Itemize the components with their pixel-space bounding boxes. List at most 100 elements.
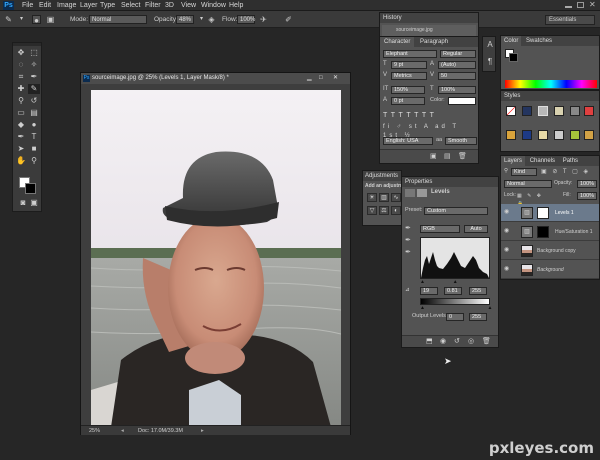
tab-layers[interactable]: Layers: [501, 156, 526, 166]
eye-icon[interactable]: ◉: [504, 247, 511, 253]
layer-fill-field[interactable]: 100%: [577, 192, 597, 200]
marquee-tool-icon[interactable]: ⬚: [28, 48, 40, 58]
menu-select[interactable]: Select: [121, 1, 140, 10]
layer-name[interactable]: Background: [537, 261, 564, 279]
style-swatch[interactable]: [554, 130, 564, 140]
input-shadow-field[interactable]: 19: [420, 287, 438, 295]
layer-name[interactable]: Levels 1: [555, 204, 574, 222]
opentype-buttons[interactable]: fi ♂ st A ad T 1st ½: [383, 123, 477, 139]
gradient-tool-icon[interactable]: ▤: [28, 108, 40, 118]
tracking-field[interactable]: 50: [438, 72, 476, 80]
status-menu-icon[interactable]: ▸: [201, 426, 204, 436]
lock-icons[interactable]: ▦ ✎ ✥ 🔒: [517, 192, 547, 207]
opacity-field[interactable]: 48%: [176, 15, 194, 24]
brush-tool-icon[interactable]: ✎: [28, 84, 40, 94]
tab-paragraph[interactable]: Paragraph: [416, 39, 452, 45]
horizontal-scale-field[interactable]: 100%: [438, 86, 476, 94]
close-icon[interactable]: ✕: [589, 0, 596, 10]
filter-type-icons[interactable]: ▣ ⊘ T ▢ ◈: [541, 168, 597, 176]
chevron-down-icon[interactable]: ▾: [17, 15, 26, 24]
menu-filter[interactable]: Filter: [145, 1, 161, 10]
eye-icon[interactable]: ◉: [504, 209, 511, 215]
zoom-level[interactable]: 25%: [89, 426, 100, 436]
leading-field[interactable]: (Auto): [438, 61, 476, 69]
layer-name[interactable]: Hue/Saturation 1: [555, 223, 593, 241]
new-style-icon[interactable]: ▣: [430, 152, 437, 160]
eyedropper-gray-icon[interactable]: ✒: [405, 237, 413, 245]
minimize-icon[interactable]: [565, 6, 572, 8]
move-tool-icon[interactable]: ✥: [15, 48, 27, 58]
blur-tool-icon[interactable]: ◆: [15, 120, 27, 130]
eye-icon[interactable]: ◉: [504, 228, 511, 234]
tools-grip[interactable]: [13, 43, 41, 46]
input-slider-handles[interactable]: ▲ ▲: [420, 280, 490, 285]
reset-icon[interactable]: ↺: [454, 337, 460, 345]
layer-opacity-field[interactable]: 100%: [577, 180, 597, 188]
menu-layer[interactable]: Layer: [80, 1, 98, 10]
clip-to-layer-icon[interactable]: ⬒: [426, 337, 433, 345]
style-swatch[interactable]: [538, 106, 548, 116]
healing-tool-icon[interactable]: ✚: [15, 84, 27, 94]
delete-icon[interactable]: 🗑: [458, 152, 467, 160]
font-family-select[interactable]: Elephant: [383, 50, 437, 58]
tab-history[interactable]: History: [380, 13, 478, 23]
menu-help[interactable]: Help: [229, 1, 243, 10]
duplicate-icon[interactable]: ▤: [444, 152, 451, 160]
airbrush-icon[interactable]: ✈: [259, 15, 268, 24]
color-spectrum-ramp[interactable]: [505, 80, 597, 88]
tab-color[interactable]: Color: [501, 36, 522, 46]
style-swatch[interactable]: [584, 130, 594, 140]
layer-filter-select[interactable]: Kind: [511, 168, 537, 176]
blend-mode-select[interactable]: Normal: [504, 180, 552, 188]
shape-tool-icon[interactable]: ■: [28, 144, 40, 154]
brush-preset-icon[interactable]: ●: [32, 15, 41, 25]
photo-filter-icon[interactable]: ◐: [391, 206, 401, 215]
text-color-swatch[interactable]: [448, 97, 476, 105]
menu-edit[interactable]: Edit: [39, 1, 51, 10]
auto-button[interactable]: Auto: [464, 225, 488, 233]
type-tool-icon[interactable]: T: [28, 132, 40, 142]
text-style-buttons[interactable]: TTTTTTT: [383, 111, 477, 120]
layer-mask-thumbnail[interactable]: [537, 226, 549, 238]
pressure-opacity-icon[interactable]: ◈: [207, 15, 216, 24]
character-panel-icon[interactable]: A: [485, 40, 495, 50]
mask-icon[interactable]: [417, 189, 427, 197]
tab-styles[interactable]: Styles: [501, 91, 599, 101]
style-swatch[interactable]: [506, 130, 516, 140]
style-swatch[interactable]: [570, 106, 580, 116]
layer-row-background-copy[interactable]: ◉ Background copy: [501, 242, 599, 260]
layer-row-background[interactable]: ◉ Background: [501, 261, 599, 279]
color-balance-icon[interactable]: ⚖: [379, 206, 389, 215]
view-previous-icon[interactable]: ◉: [440, 337, 446, 345]
document-title-bar[interactable]: Ps sourceimage.jpg @ 25% (Levels 1, Laye…: [81, 73, 350, 84]
layer-name[interactable]: Background copy: [537, 242, 576, 260]
paragraph-panel-icon[interactable]: ¶: [485, 57, 495, 67]
history-snapshot[interactable]: sourceimage.jpg: [382, 25, 476, 36]
menu-type[interactable]: Type: [100, 1, 115, 10]
menu-file[interactable]: File: [22, 1, 33, 10]
layer-mask-thumbnail[interactable]: [537, 207, 549, 219]
flow-field[interactable]: 100%: [237, 15, 255, 24]
close-icon[interactable]: ✕: [333, 73, 338, 84]
visibility-icon[interactable]: ◎: [468, 337, 474, 345]
background-color-swatch[interactable]: [509, 53, 518, 62]
style-swatch[interactable]: [522, 106, 532, 116]
tab-properties[interactable]: Properties: [402, 177, 498, 187]
input-highlight-field[interactable]: 255: [469, 287, 487, 295]
output-slider-handles[interactable]: ▲ ▲: [420, 306, 492, 311]
zoom-tool-icon[interactable]: ⚲: [28, 156, 40, 166]
vibrance-icon[interactable]: ▽: [367, 206, 377, 215]
document-size[interactable]: Doc: 17.0M/39.3M: [138, 426, 183, 436]
eye-icon[interactable]: ◉: [504, 266, 511, 272]
background-color-swatch[interactable]: [25, 183, 36, 194]
tab-channels[interactable]: Channels: [527, 158, 558, 164]
path-select-icon[interactable]: ➤: [15, 144, 27, 154]
delete-icon[interactable]: 🗑: [482, 337, 491, 345]
curves-icon[interactable]: ∿: [391, 193, 401, 202]
layer-row-levels[interactable]: ◉ ▥ Levels 1: [501, 204, 599, 222]
lasso-tool-icon[interactable]: ◌: [15, 60, 27, 70]
menu-3d[interactable]: 3D: [165, 1, 174, 10]
tab-character[interactable]: Character: [380, 37, 415, 47]
levels-icon[interactable]: ▥: [379, 193, 389, 202]
tab-adjustments[interactable]: Adjustments: [363, 171, 401, 181]
